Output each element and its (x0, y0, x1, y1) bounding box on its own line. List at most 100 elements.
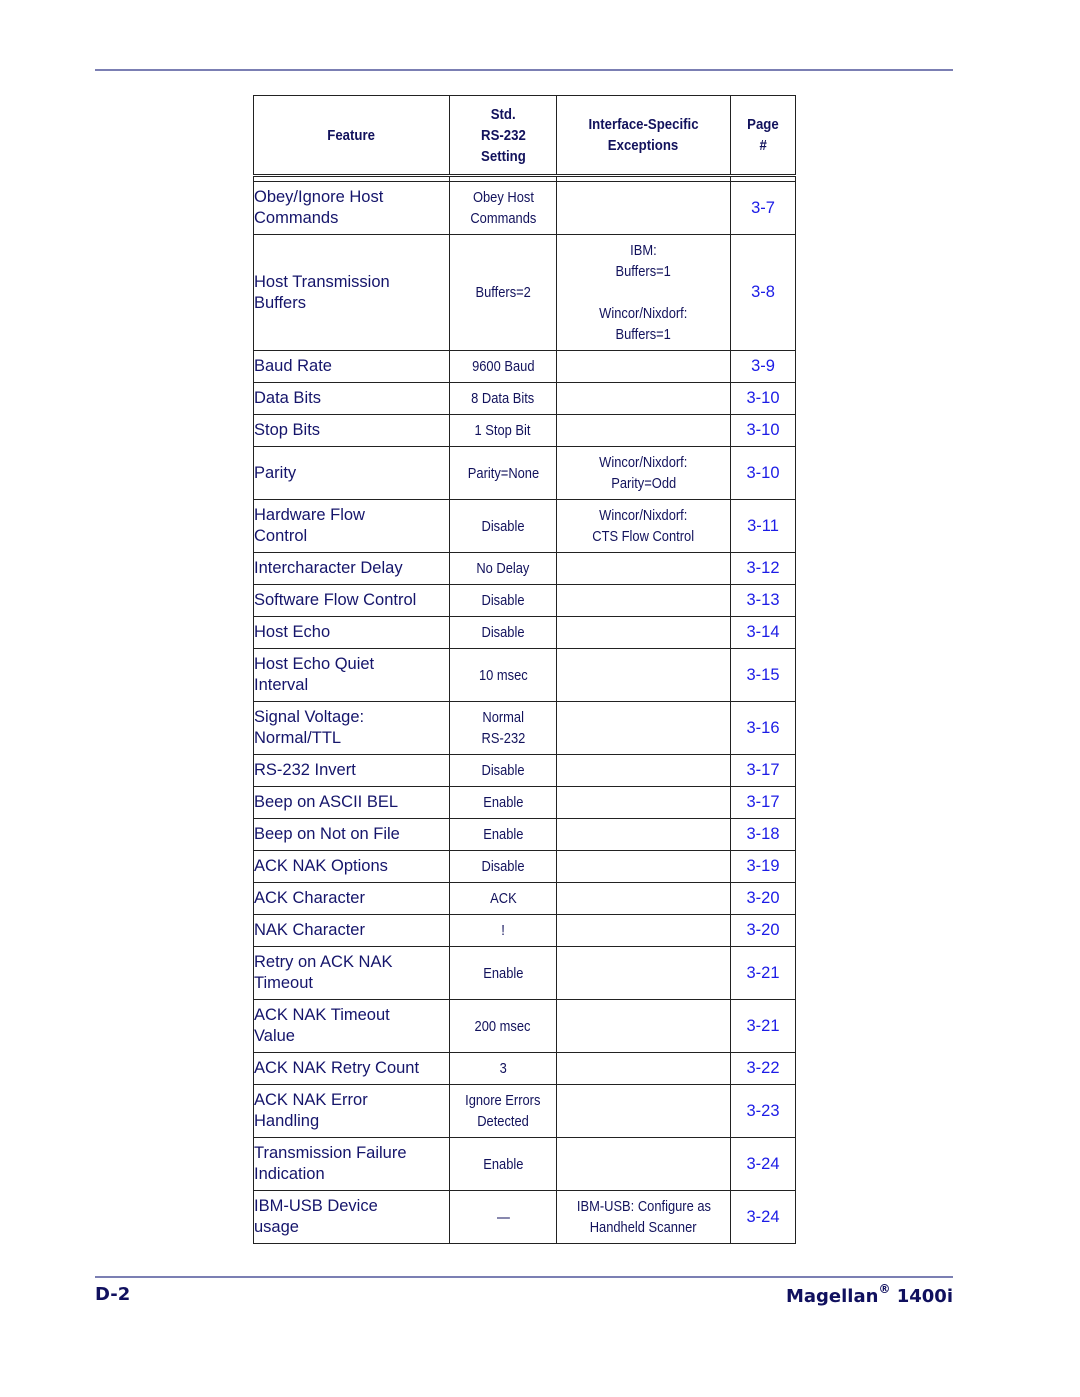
page-link[interactable]: 3-10 (746, 464, 779, 482)
page-ref-cell: 3-10 (730, 414, 796, 447)
exceptions-cell-line: Parity=Odd (611, 475, 676, 492)
page-link[interactable]: 3-18 (746, 825, 779, 843)
page-link[interactable]: 3-23 (746, 1102, 779, 1120)
exceptions-cell (556, 616, 731, 649)
page-link[interactable]: 3-11 (747, 517, 779, 535)
feature-cell: Beep on Not on File (253, 818, 450, 851)
page-ref-cell: 3-19 (730, 850, 796, 883)
exceptions-cell-line: CTS Flow Control (592, 528, 695, 545)
page-link[interactable]: 3-8 (751, 283, 775, 301)
feature-cell-line: ACK NAK Retry Count (254, 1059, 420, 1077)
table-row: Host Echo Disable 3-14 (253, 616, 796, 649)
feature-cell: IBM-USB Device usage (253, 1190, 450, 1244)
header-page: Page # (730, 95, 796, 176)
page-link[interactable]: 3-17 (746, 793, 779, 811)
feature-cell-line: Value (254, 1027, 295, 1045)
page-ref-cell: 3-7 (730, 181, 796, 235)
page-link[interactable]: 3-24 (746, 1208, 779, 1226)
feature-cell-line: Indication (254, 1165, 325, 1183)
exceptions-cell-line (642, 282, 646, 303)
feature-cell: Software Flow Control (253, 584, 450, 617)
registered-mark: ® (878, 1282, 891, 1296)
table-row: Hardware Flow Control Disable Wincor/Nixdor… (253, 499, 796, 553)
page-link[interactable]: 3-7 (751, 199, 775, 217)
feature-cell: ACK NAK Timeout Value (253, 999, 450, 1053)
exceptions-cell (556, 882, 731, 915)
std-setting-cell: — (449, 1190, 557, 1244)
page-link[interactable]: 3-22 (746, 1059, 779, 1077)
page-link[interactable]: 3-14 (746, 623, 779, 641)
exceptions-cell (556, 1084, 731, 1138)
exceptions-cell (556, 350, 731, 383)
product-name: Magellan (785, 1286, 879, 1307)
page-link[interactable]: 3-9 (751, 357, 775, 375)
exceptions-cell-line: Buffers=1 (615, 263, 672, 280)
table-row: ACK NAK Error Handling Ignore Errors Detect… (253, 1084, 796, 1138)
table-row: Transmission Failure Indication Enable 3-24 (253, 1137, 796, 1191)
page-link[interactable]: 3-24 (746, 1155, 779, 1173)
std-setting-cell-line: Ignore Errors (465, 1092, 541, 1109)
footer-rule (95, 1276, 953, 1278)
table-row: Obey/Ignore Host Commands Obey Host Command… (253, 181, 796, 235)
page-link[interactable]: 3-16 (746, 719, 779, 737)
std-setting-cell: 8 Data Bits (449, 382, 557, 415)
std-setting-cell: 10 msec (449, 648, 557, 702)
page-link[interactable]: 3-21 (746, 964, 779, 982)
page-link[interactable]: 3-10 (746, 421, 779, 439)
std-setting-cell-line: Disable (481, 624, 525, 641)
table-row: Data Bits 8 Data Bits 3-10 (253, 382, 796, 415)
std-setting-cell-line: 1 Stop Bit (475, 422, 531, 439)
feature-cell: Intercharacter Delay (253, 552, 450, 585)
page-link[interactable]: 3-17 (746, 761, 779, 779)
std-setting-cell-line: Disable (481, 592, 525, 609)
page-link[interactable]: 3-20 (746, 921, 779, 939)
page-link[interactable]: 3-13 (746, 591, 779, 609)
table-row: Beep on ASCII BEL Enable 3-17 (253, 786, 796, 819)
exceptions-cell (556, 1137, 731, 1191)
std-setting-cell-line: Detected (477, 1113, 529, 1130)
table-row: Signal Voltage: Normal/TTL Normal RS-232 3-1… (253, 701, 796, 755)
exceptions-cell-line: Wincor/Nixdorf: (599, 305, 688, 322)
exceptions-cell (556, 786, 731, 819)
std-setting-cell-line: Enable (482, 1155, 524, 1173)
page-link[interactable]: 3-20 (746, 889, 779, 907)
page-ref-cell: 3-8 (730, 234, 796, 351)
exceptions-cell: Wincor/Nixdorf: Parity=Odd (556, 446, 731, 500)
exceptions-cell-line: Wincor/Nixdorf: (599, 507, 688, 524)
page-link[interactable]: 3-19 (746, 857, 779, 875)
page-link[interactable]: 3-21 (746, 1017, 779, 1035)
feature-cell: Baud Rate (253, 350, 450, 383)
std-setting-cell-line: 9600 Baud (471, 358, 535, 375)
table-row: Parity Parity=None Wincor/Nixdorf: Parity=O… (253, 446, 796, 500)
feature-cell: Obey/Ignore Host Commands (253, 181, 450, 235)
table-row: Intercharacter Delay No Delay 3-12 (253, 552, 796, 585)
feature-cell-line: Obey/Ignore Host (254, 188, 384, 206)
exceptions-cell (556, 946, 731, 1000)
exceptions-cell (556, 1052, 731, 1085)
feature-cell-line: Beep on ASCII BEL (254, 793, 399, 811)
feature-cell: Beep on ASCII BEL (253, 786, 450, 819)
table-row: Beep on Not on File Enable 3-18 (253, 818, 796, 851)
page-link[interactable]: 3-15 (746, 666, 779, 684)
page-ref-cell: 3-15 (730, 648, 796, 702)
page-link[interactable]: 3-12 (746, 559, 779, 577)
exceptions-cell (556, 701, 731, 755)
page-ref-cell: 3-17 (730, 786, 796, 819)
header-exceptions: Interface-Specific Exceptions (556, 95, 731, 176)
std-setting-cell-line: 200 msec (475, 1017, 531, 1035)
page-ref-cell: 3-18 (730, 818, 796, 851)
feature-cell-line: ACK Character (254, 889, 365, 907)
page-ref-cell: 3-20 (730, 882, 796, 915)
std-setting-cell-line: Disable (481, 762, 525, 779)
exceptions-cell (556, 382, 731, 415)
feature-cell-line: Beep on Not on File (254, 825, 400, 843)
exceptions-cell: IBM: Buffers=1 Wincor/Nixdorf: Buffers=1 (556, 234, 731, 351)
feature-cell-line: Data Bits (254, 389, 321, 407)
page-link[interactable]: 3-10 (746, 389, 779, 407)
std-setting-cell: 9600 Baud (449, 350, 557, 383)
std-setting-cell: Disable (449, 584, 557, 617)
feature-cell: ACK NAK Retry Count (253, 1052, 450, 1085)
std-setting-cell-line: Normal (482, 709, 524, 726)
feature-cell-line: Timeout (254, 974, 313, 992)
exceptions-cell: Wincor/Nixdorf: CTS Flow Control (556, 499, 731, 553)
